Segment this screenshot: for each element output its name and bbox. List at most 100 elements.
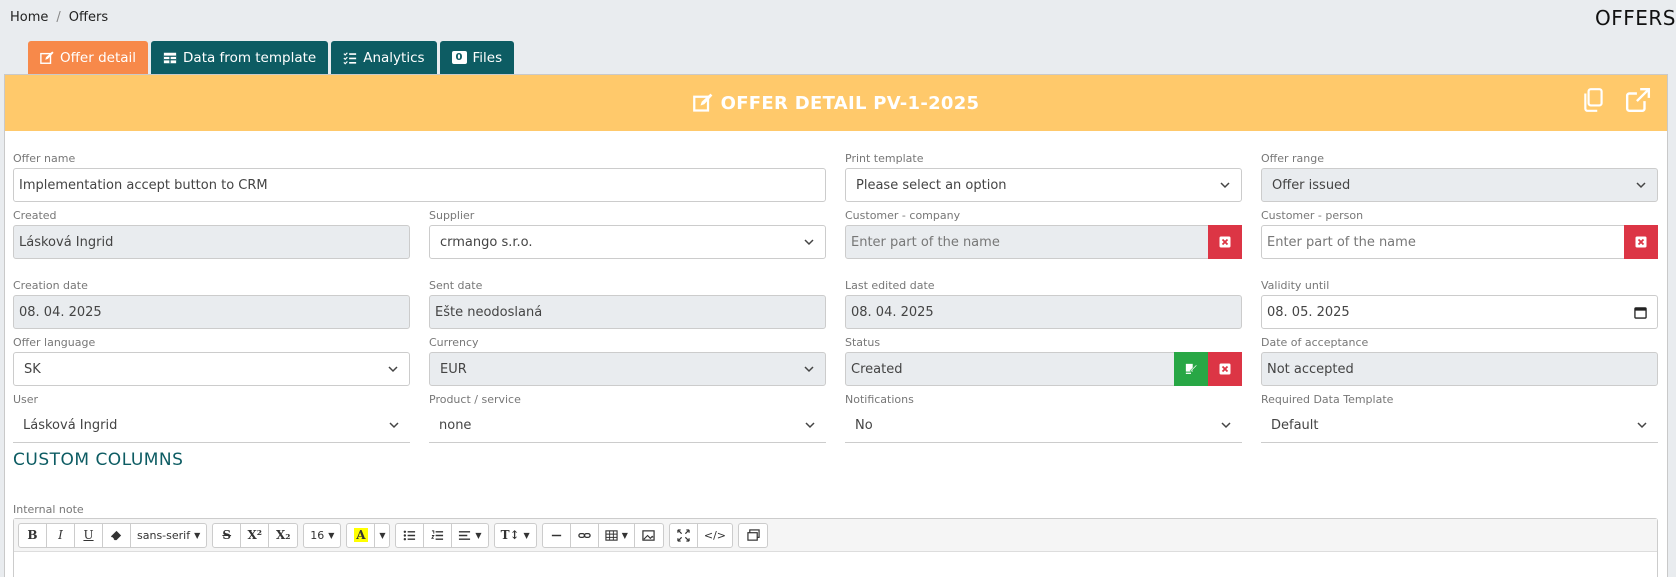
underline-button[interactable]: U [75,523,103,547]
required-data-template-select[interactable]: Default [1261,409,1658,443]
notifications-select[interactable]: No [845,409,1242,443]
field-label: User [13,393,39,406]
clear-customer-person-button[interactable] [1624,225,1658,259]
chevron-down-icon [804,239,814,246]
align-dropdown[interactable]: ▼ [452,524,487,547]
fullscreen-button[interactable] [670,523,698,547]
tab-bar: Offer detail Data from template Analytic… [28,41,515,74]
copy-icon[interactable] [1581,87,1607,113]
chevron-down-icon [1220,182,1230,189]
gallery-group [738,522,768,548]
tab-label: Data from template [183,49,317,66]
field-label: Offer name [13,152,76,165]
customer-company-input[interactable]: Enter part of the name [845,225,1242,259]
validity-until-date-input[interactable]: 08. 05. 2025 [1261,295,1658,329]
tab-offer-detail[interactable]: Offer detail [28,41,149,74]
breadcrumb-home[interactable]: Home [10,10,48,25]
field-label: Last edited date [845,279,935,292]
table-icon [605,529,618,541]
date-of-acceptance-field: Date of acceptance Not accepted [1261,336,1658,386]
field-value: Implementation accept button to CRM [19,177,268,193]
field-value: 08. 04. 2025 [851,304,934,320]
clear-status-button[interactable] [1208,352,1242,386]
strikethrough-button[interactable]: S [213,523,242,547]
signature-icon [1185,363,1197,374]
tab-analytics[interactable]: Analytics [331,41,437,74]
bold-button[interactable]: B [19,523,47,547]
eraser-button[interactable] [103,523,131,547]
offer-name-field: Offer name Implementation accept button … [13,152,826,202]
field-label: Notifications [845,393,914,406]
line-height-label: T↕ [500,528,520,542]
offer-range-select[interactable]: Offer issued [1261,168,1658,202]
link-icon [577,532,591,538]
gallery-button[interactable] [739,524,767,547]
product-service-select[interactable]: none [429,409,826,443]
unordered-list-button[interactable] [396,523,425,547]
files-count-badge: 0 [451,51,467,64]
user-select[interactable]: Lásková Ingrid [13,409,410,443]
page-title: OFFERS [1595,6,1676,30]
print-template-select[interactable]: Please select an option [845,168,1242,202]
caret-down-icon: ▼ [475,530,482,540]
field-value: Offer issued [1272,177,1351,193]
field-label: Required Data Template [1261,393,1394,406]
format-group: S X² X₂ [212,522,299,548]
edit-icon [692,93,712,112]
field-value: crmango s.r.o. [440,234,533,250]
field-label: Customer - company [845,209,961,222]
field-label: Currency [429,336,479,349]
creation-date-field: Creation date 08. 04. 2025 [13,279,410,329]
customer-person-input[interactable]: Enter part of the name [1261,225,1658,259]
clear-customer-company-button[interactable] [1208,225,1242,259]
external-link-icon[interactable] [1625,87,1651,113]
field-label: Validity until [1261,279,1330,292]
field-label: Creation date [13,279,88,292]
caret-down-icon: ▼ [328,530,335,540]
line-height-dropdown[interactable]: T↕ ▼ [495,524,536,547]
currency-field: Currency EUR [429,336,826,386]
color-dropdown[interactable]: ▼ [375,524,389,547]
currency-select[interactable]: EUR [429,352,826,386]
sent-date-input: Ešte neodoslaná [429,295,826,329]
ordered-list-button[interactable] [424,523,453,547]
status-input: Created [845,352,1242,386]
tab-files[interactable]: 0 Files [439,41,515,74]
field-label: Created [13,209,57,222]
offer-name-input[interactable]: Implementation accept button to CRM [13,168,826,202]
link-button[interactable] [571,523,599,547]
table-dropdown[interactable]: ▼ [599,523,635,547]
offer-language-select[interactable]: SK [13,352,410,386]
superscript-button[interactable]: X² [241,523,270,547]
list-ul-icon [404,530,416,540]
subscript-button[interactable]: X₂ [269,524,297,547]
breadcrumb: Home / Offers [10,10,108,25]
italic-button[interactable]: I [47,523,75,547]
tab-label: Analytics [363,49,425,66]
field-value: none [439,418,472,433]
field-label: Sent date [429,279,483,292]
supplier-select[interactable]: crmango s.r.o. [429,225,826,259]
horizontal-rule-button[interactable] [543,523,571,547]
edit-icon [40,50,54,64]
field-label: Supplier [429,209,475,222]
font-family-dropdown[interactable]: sans-serif ▼ [131,524,206,547]
tab-label: Offer detail [60,49,137,66]
change-status-button[interactable] [1174,352,1208,386]
chevron-down-icon [388,366,398,373]
tab-data-from-template[interactable]: Data from template [151,41,329,74]
caret-down-icon: ▼ [523,530,530,540]
field-value: SK [24,361,41,377]
chevron-down-icon [389,422,399,429]
calendar-icon[interactable] [1634,306,1647,319]
code-view-button[interactable]: </> [698,524,732,547]
field-placeholder: Enter part of the name [851,234,1000,250]
field-value: EUR [440,361,467,377]
image-button[interactable] [635,524,663,547]
font-size-dropdown[interactable]: 16 ▼ [304,524,340,547]
field-label: Print template [845,152,924,165]
product-service-field: Product / service none [429,393,826,443]
chevron-down-icon [1221,422,1231,429]
text-color-button[interactable]: A [347,523,376,547]
panel-title: OFFER DETAIL PV-1-2025 [720,92,980,114]
